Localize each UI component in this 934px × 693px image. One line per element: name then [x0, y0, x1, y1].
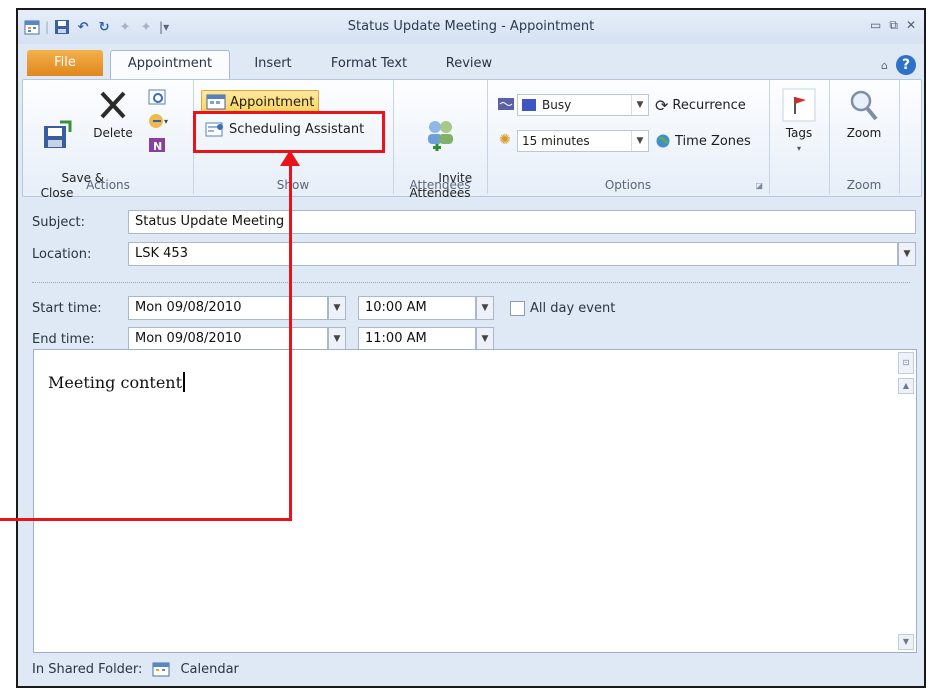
recurrence-icon: ⟳	[655, 95, 669, 115]
end-time-dropdown-icon[interactable]: ▼	[476, 327, 494, 351]
show-as-select[interactable]: Busy ▼	[517, 94, 649, 116]
body-content: Meeting content	[48, 373, 183, 392]
group-actions: Save & Close Delete ▾ N Actions	[23, 80, 194, 200]
chevron-down-icon[interactable]: ▼	[631, 131, 648, 151]
calendar-folder-icon	[152, 662, 170, 677]
recurrence-button[interactable]: ⟳ Recurrence	[655, 94, 746, 116]
all-day-checkbox[interactable]	[510, 301, 525, 316]
status-bar: In Shared Folder: Calendar	[32, 661, 239, 677]
start-time-input[interactable]: 10:00 AM	[358, 296, 476, 320]
recurrence-label: Recurrence	[672, 97, 746, 113]
show-group-label: Show	[276, 178, 310, 192]
shared-folder-name[interactable]: Calendar	[180, 662, 238, 677]
body-text[interactable]: Meeting content	[48, 372, 186, 392]
end-time-label: End time:	[32, 332, 95, 347]
outlook-appointment-window: | ↶ ↻ ✦ ✦ |▾ Status Update Meeting - App…	[16, 8, 926, 688]
location-dropdown-icon[interactable]: ▼	[898, 242, 916, 266]
tab-format-text[interactable]: Format Text	[316, 52, 422, 76]
annotation-arrow-line-horizontal	[0, 518, 292, 521]
svg-text:N: N	[153, 140, 162, 153]
magnifier-icon	[850, 90, 878, 121]
close-icon[interactable]: ✕	[906, 18, 916, 33]
tab-insert[interactable]: Insert	[238, 52, 308, 76]
group-options: Busy ▼ ⟳ Recurrence ✺ 15 minutes ▼ Time …	[487, 80, 770, 194]
flag-icon	[782, 88, 816, 122]
delete-x-icon	[100, 91, 126, 119]
show-as-icon	[498, 98, 514, 110]
show-as-value: Busy	[542, 98, 572, 112]
delete-button[interactable]: Delete	[89, 88, 137, 141]
invite-attendees-button[interactable]: Invite Attendees	[403, 88, 477, 216]
zoom-label: Zoom	[846, 126, 882, 140]
busy-color-swatch	[522, 99, 536, 111]
invite-attendees-icon	[428, 121, 453, 151]
all-day-label: All day event	[530, 301, 616, 316]
annotation-highlight-box	[193, 111, 385, 153]
zoom-group-label: Zoom	[846, 178, 882, 192]
help-area: ⌂ ?	[881, 55, 916, 75]
forward-icon[interactable]: ▾	[147, 112, 171, 130]
appointment-view-label: Appointment	[230, 94, 315, 110]
minimize-ribbon-icon[interactable]: ⌂	[881, 59, 888, 72]
title-bar: | ↶ ↻ ✦ ✦ |▾ Status Update Meeting - App…	[18, 10, 924, 44]
start-time-dropdown-icon[interactable]: ▼	[476, 296, 494, 320]
save-close-button[interactable]: Save & Close	[31, 88, 104, 216]
time-zones-button[interactable]: Time Zones	[655, 130, 751, 152]
zoom-button[interactable]: Zoom	[839, 88, 889, 141]
tab-review[interactable]: Review	[434, 52, 504, 76]
shared-folder-label: In Shared Folder:	[32, 661, 143, 677]
appointment-icon	[206, 94, 226, 110]
globe-icon	[656, 134, 670, 148]
end-time-input[interactable]: 11:00 AM	[358, 327, 476, 351]
calendar-view-icon[interactable]	[147, 88, 167, 106]
annotation-arrow-line	[289, 162, 292, 521]
scroll-up-icon[interactable]: ▲	[898, 378, 914, 394]
subject-label: Subject:	[32, 215, 85, 230]
tags-button[interactable]: Tags ▾	[777, 88, 821, 156]
group-tags: Tags ▾	[769, 80, 830, 194]
split-view-icon[interactable]: ⊡	[898, 352, 914, 374]
scroll-down-icon[interactable]: ▼	[898, 634, 914, 650]
options-dialog-launcher-icon[interactable]: ◪	[755, 181, 763, 190]
actions-small-buttons: ▾ N	[147, 88, 171, 154]
tab-appointment[interactable]: Appointment	[110, 50, 230, 79]
actions-group-label: Actions	[86, 178, 130, 192]
help-icon[interactable]: ?	[896, 55, 916, 75]
ribbon-tabs: File Appointment Insert Format Text Revi…	[18, 48, 924, 79]
start-time-label: Start time:	[32, 301, 102, 316]
delete-label: Delete	[93, 126, 133, 140]
form-divider	[32, 282, 910, 283]
window-controls: ▭ ⧉ ✕	[870, 18, 916, 33]
options-group-label: Options	[604, 178, 652, 192]
svg-text:▾: ▾	[164, 117, 168, 126]
onenote-icon[interactable]: N	[147, 136, 167, 154]
location-label: Location:	[32, 247, 92, 262]
location-input[interactable]: LSK 453	[128, 242, 898, 266]
text-cursor	[183, 372, 186, 392]
time-zones-label: Time Zones	[675, 133, 751, 149]
end-date-input[interactable]: Mon 09/08/2010	[128, 327, 328, 351]
appointment-form: Subject: Status Update Meeting Location:…	[22, 200, 920, 351]
attendees-group-label: Attendees	[409, 178, 471, 192]
group-zoom: Zoom Zoom	[829, 80, 900, 194]
end-date-dropdown-icon[interactable]: ▼	[328, 327, 346, 351]
tags-label: Tags	[785, 126, 813, 140]
start-date-dropdown-icon[interactable]: ▼	[328, 296, 346, 320]
save-close-icon	[44, 120, 72, 148]
minimize-icon[interactable]: ▭	[870, 18, 881, 33]
group-attendees: Invite Attendees Attendees	[393, 80, 488, 200]
message-body-editor[interactable]: Meeting content ⊡ ▲ ▼	[33, 349, 917, 653]
ribbon: Save & Close Delete ▾ N Actions Appointm…	[22, 79, 922, 200]
window-title: Status Update Meeting - Appointment	[347, 19, 595, 34]
tab-file[interactable]: File	[27, 50, 103, 76]
restore-icon[interactable]: ⧉	[889, 18, 898, 33]
reminder-value: 15 minutes	[522, 134, 590, 148]
subject-input[interactable]: Status Update Meeting	[128, 210, 916, 234]
body-scrollbar[interactable]: ⊡ ▲ ▼	[898, 352, 914, 650]
reminder-select[interactable]: 15 minutes ▼	[517, 130, 649, 152]
reminder-bell-icon: ✺	[499, 132, 511, 148]
start-date-input[interactable]: Mon 09/08/2010	[128, 296, 328, 320]
tags-dropdown-icon[interactable]: ▾	[777, 141, 821, 156]
chevron-down-icon[interactable]: ▼	[631, 95, 648, 115]
